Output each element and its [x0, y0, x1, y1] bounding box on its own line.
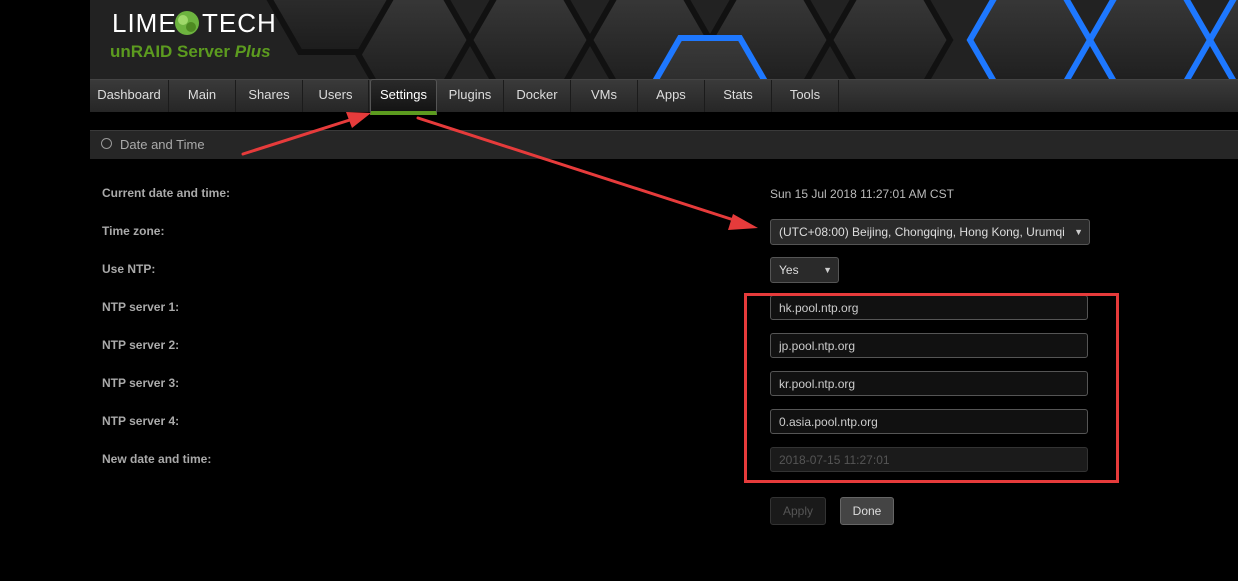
- header-banner: LIME TECH unRAID Server Plus: [90, 0, 1238, 80]
- product-title: unRAID Server Plus: [110, 42, 271, 62]
- tab-dashboard[interactable]: Dashboard: [90, 80, 169, 112]
- use-ntp-selected-value: Yes: [779, 263, 799, 277]
- product-name: unRAID Server: [110, 42, 230, 61]
- clock-icon: [101, 138, 112, 149]
- current-date-label: Current date and time:: [102, 186, 231, 200]
- done-button[interactable]: Done: [840, 497, 894, 525]
- new-date-label: New date and time:: [102, 452, 212, 466]
- main-nav: Dashboard Main Shares Users Settings Plu…: [90, 79, 1238, 115]
- tab-shares[interactable]: Shares: [236, 80, 303, 112]
- annotation-box: [744, 293, 1119, 483]
- tab-vms[interactable]: VMs: [571, 80, 638, 112]
- timezone-label: Time zone:: [102, 224, 165, 238]
- use-ntp-select[interactable]: Yes ▼: [770, 257, 839, 283]
- logo-text-lime: LIME: [112, 8, 177, 38]
- tab-settings[interactable]: Settings: [370, 79, 437, 115]
- timezone-selected-value: (UTC+08:00) Beijing, Chongqing, Hong Kon…: [779, 225, 1065, 239]
- product-edition: Plus: [234, 42, 271, 61]
- ntp-server-4-label: NTP server 4:: [102, 414, 180, 428]
- tab-plugins[interactable]: Plugins: [437, 80, 504, 112]
- tab-tools[interactable]: Tools: [772, 80, 839, 112]
- ntp-server-2-label: NTP server 2:: [102, 338, 180, 352]
- tab-apps[interactable]: Apps: [638, 80, 705, 112]
- use-ntp-label: Use NTP:: [102, 262, 156, 276]
- ntp-server-3-label: NTP server 3:: [102, 376, 180, 390]
- ntp-server-1-label: NTP server 1:: [102, 300, 180, 314]
- tab-docker[interactable]: Docker: [504, 80, 571, 112]
- tab-users[interactable]: Users: [303, 80, 369, 112]
- section-title: Date and Time: [120, 137, 205, 152]
- current-date-value: Sun 15 Jul 2018 11:27:01 AM CST: [770, 187, 954, 201]
- tab-main[interactable]: Main: [169, 80, 236, 112]
- apply-button: Apply: [770, 497, 826, 525]
- chevron-down-icon: ▼: [823, 265, 832, 275]
- timezone-select[interactable]: (UTC+08:00) Beijing, Chongqing, Hong Kon…: [770, 219, 1090, 245]
- lime-logo-icon: [175, 11, 199, 35]
- tab-stats[interactable]: Stats: [705, 80, 772, 112]
- chevron-down-icon: ▼: [1074, 227, 1083, 237]
- section-header: Date and Time: [90, 130, 1238, 159]
- logo-text-tech: TECH: [202, 8, 277, 38]
